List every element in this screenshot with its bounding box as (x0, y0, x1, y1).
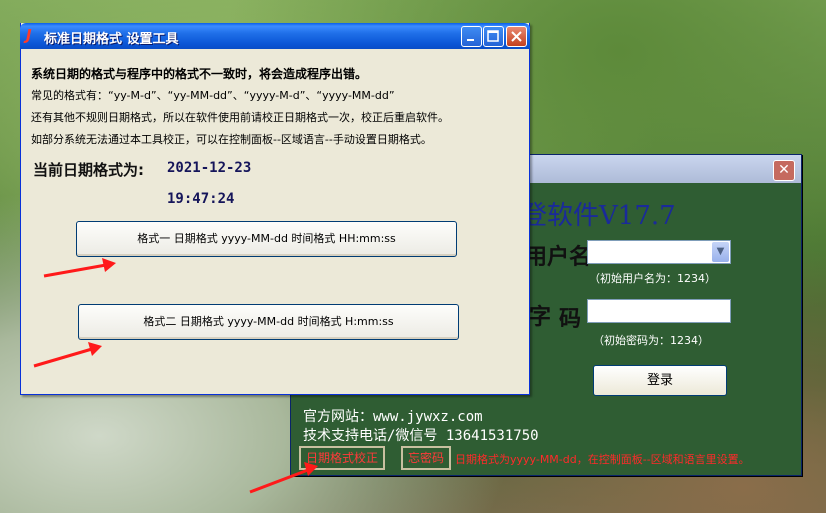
arrowhead-format1 (102, 258, 116, 272)
arrowhead-format2 (88, 342, 102, 356)
arrow-to-format2 (33, 347, 93, 368)
annotation-arrows (33, 258, 318, 494)
arrowhead-date-fix (304, 462, 318, 476)
arrow-to-format1 (43, 263, 107, 278)
arrow-to-date-fix (249, 468, 309, 494)
